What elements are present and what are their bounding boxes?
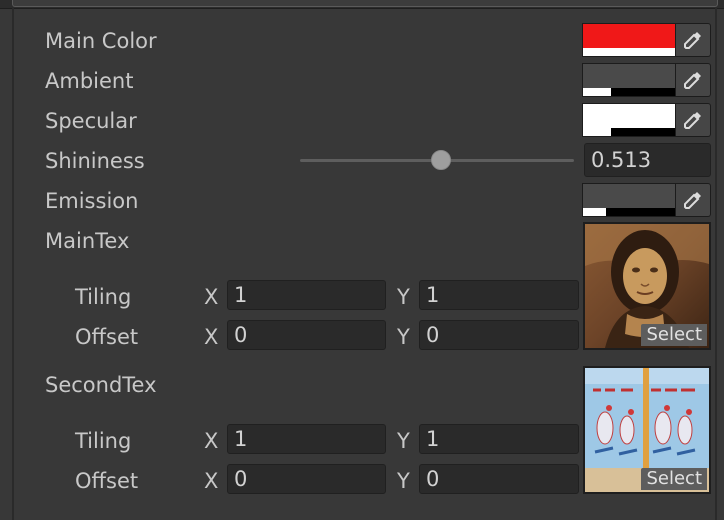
shininess-slider-handle[interactable] — [430, 150, 451, 170]
main-color-swatch[interactable] — [582, 23, 676, 57]
panel-border-right — [715, 7, 717, 520]
specular-color-field[interactable] — [582, 103, 711, 137]
second-tex-offset-x-label: X — [204, 469, 219, 493]
main-tex-tiling-y-label: Y — [397, 285, 410, 309]
alpha-bar-black — [610, 88, 675, 96]
second-tex-select-button[interactable]: Select — [641, 468, 707, 490]
second-tex-tiling-y-label: Y — [397, 429, 410, 453]
main-tex-select-button[interactable]: Select — [641, 324, 707, 346]
alpha-bar-white — [583, 88, 611, 96]
shininess-label: Shininess — [45, 149, 145, 173]
second-tex-label: SecondTex — [45, 373, 157, 397]
main-tex-tiling-x-label: X — [204, 285, 219, 309]
alpha-bar-white — [583, 128, 611, 136]
eyedropper-icon[interactable] — [676, 23, 711, 57]
color-preview — [583, 104, 675, 128]
color-preview — [583, 64, 675, 88]
main-tex-offset-y-label: Y — [397, 325, 410, 349]
main-tex-offset-x-label: X — [204, 325, 219, 349]
second-tex-offset-label: Offset — [75, 469, 139, 493]
second-tex-tiling-x-field[interactable]: 1 — [227, 424, 386, 454]
main-tex-tiling-y-field[interactable]: 1 — [419, 280, 579, 310]
second-tex-offset-y-field[interactable]: 0 — [419, 464, 579, 494]
main-tex-offset-x-field[interactable]: 0 — [227, 320, 386, 350]
eyedropper-icon[interactable] — [676, 103, 711, 137]
main-tex-label: MainTex — [45, 229, 130, 253]
main-tex-offset-y-field[interactable]: 0 — [419, 320, 579, 350]
second-tex-offset-x-field[interactable]: 0 — [227, 464, 386, 494]
ambient-color-field[interactable] — [582, 63, 711, 97]
shininess-value-field[interactable]: 0.513 — [584, 143, 711, 177]
eyedropper-icon[interactable] — [676, 63, 711, 97]
main-tex-tiling-label: Tiling — [75, 285, 132, 309]
main-color-label: Main Color — [45, 29, 157, 53]
emission-color-swatch[interactable] — [582, 183, 676, 217]
second-tex-tiling-label: Tiling — [75, 429, 132, 453]
emission-color-field[interactable] — [582, 183, 711, 217]
panel-border-left — [12, 7, 14, 520]
inspector-header-edge — [0, 0, 724, 9]
header-frame — [12, 0, 718, 7]
emission-label: Emission — [45, 189, 139, 213]
second-tex-offset-y-label: Y — [397, 469, 410, 493]
color-preview — [583, 184, 675, 208]
main-color-field[interactable] — [582, 23, 711, 57]
main-tex-tiling-x-field[interactable]: 1 — [227, 280, 386, 310]
alpha-bar-white — [583, 48, 675, 56]
second-tex-tiling-y-field[interactable]: 1 — [419, 424, 579, 454]
main-tex-offset-label: Offset — [75, 325, 139, 349]
ambient-color-swatch[interactable] — [582, 63, 676, 97]
alpha-bar-black — [610, 128, 675, 136]
specular-label: Specular — [45, 109, 137, 133]
alpha-bar-black — [606, 208, 675, 216]
eyedropper-icon[interactable] — [676, 183, 711, 217]
alpha-bar-white — [583, 208, 606, 216]
ambient-label: Ambient — [45, 69, 134, 93]
specular-color-swatch[interactable] — [582, 103, 676, 137]
second-tex-thumbnail[interactable]: Select — [583, 366, 711, 494]
main-tex-thumbnail[interactable]: Select — [583, 222, 711, 350]
color-preview — [583, 24, 675, 48]
second-tex-tiling-x-label: X — [204, 429, 219, 453]
